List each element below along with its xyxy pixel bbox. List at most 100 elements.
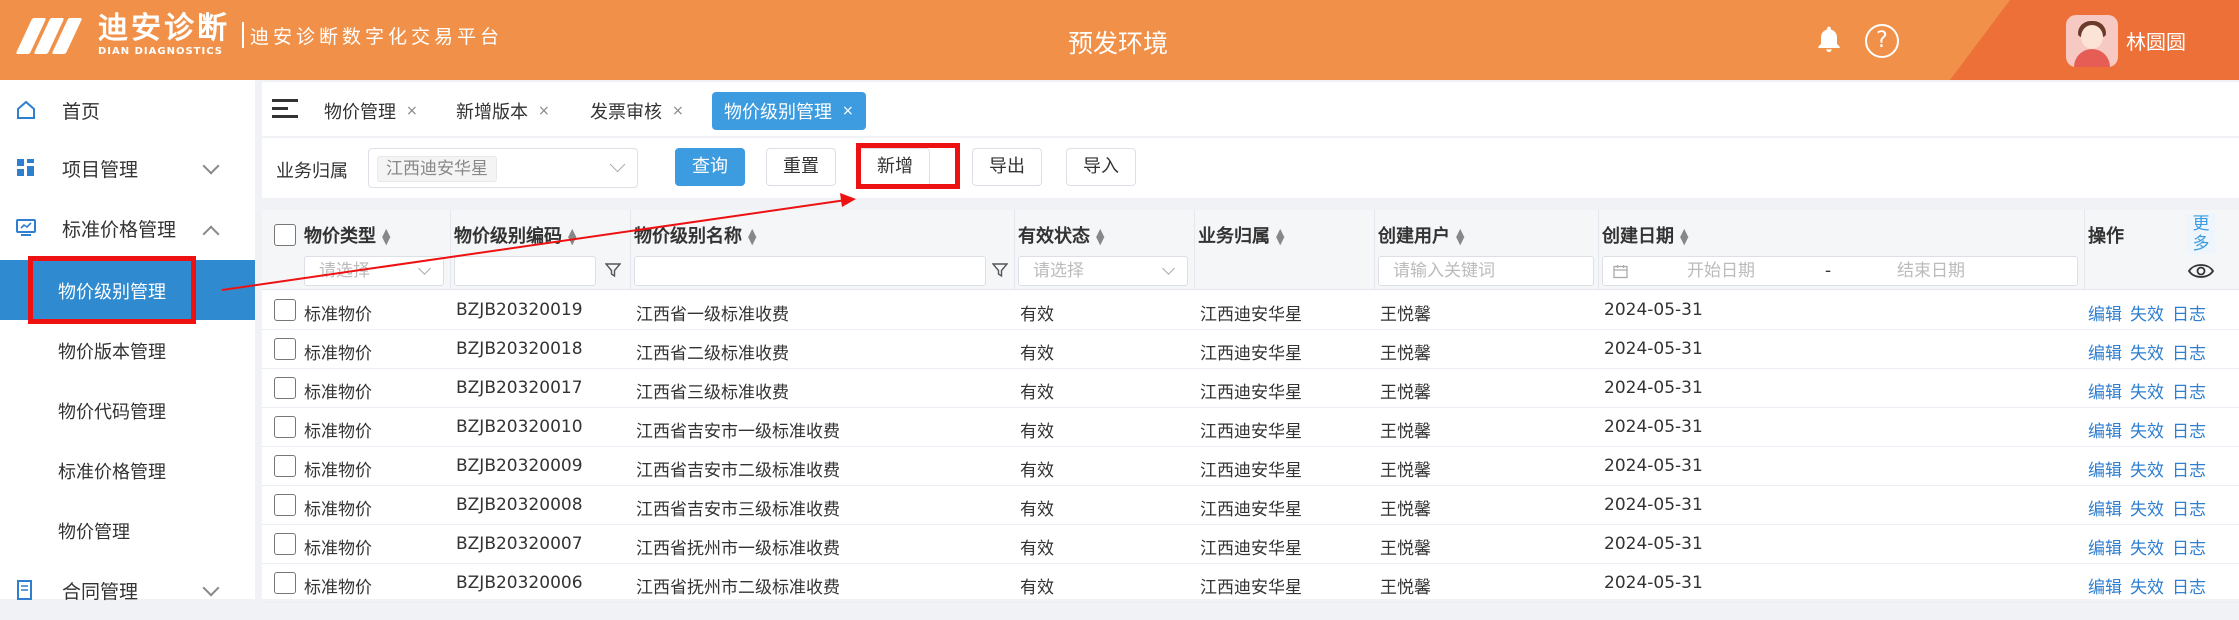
edit-link[interactable]: 编辑 <box>2088 339 2122 364</box>
sidebar-item-price-version[interactable]: 物价版本管理 <box>0 320 255 380</box>
table-row: 标准物价 BZJB20320010 江西省吉安市一级标准收费 有效 江西迪安华星 王悦馨 2… <box>262 408 2239 447</box>
row-checkbox[interactable] <box>274 533 296 555</box>
user-filter-input[interactable]: 请输入关键词 <box>1378 256 1594 286</box>
disable-link[interactable]: 失效 <box>2130 378 2164 403</box>
tab-label: 发票审核 <box>590 102 662 123</box>
sidebar-item-label: 物价代码管理 <box>58 402 166 423</box>
tab-invoice-review[interactable]: 发票审核 × <box>578 92 696 130</box>
sidebar-item-project-management[interactable]: 项目管理 <box>0 138 255 198</box>
home-icon <box>17 100 35 119</box>
table-header: 物价类型 ▲ ▼ 物价级别编码 ▲ ▼ 物价级别名称 ▲ ▼ 有效状态 ▲ ▼ 业务归属 ▲ ▼ 创… <box>262 210 2239 290</box>
column-header[interactable]: 有效状态 ▲ ▼ <box>1018 222 1104 248</box>
bell-icon[interactable] <box>1813 24 1845 56</box>
eye-icon[interactable] <box>2188 262 2214 280</box>
table-cell: 王悦馨 <box>1380 461 1431 481</box>
sidebar-item-contract[interactable]: 合同管理 <box>0 560 255 620</box>
disable-link[interactable]: 失效 <box>2130 534 2164 559</box>
import-button[interactable]: 导入 <box>1066 148 1136 186</box>
tab-price-management[interactable]: 物价管理 × <box>312 92 430 130</box>
export-button[interactable]: 导出 <box>972 148 1042 186</box>
disable-link[interactable]: 失效 <box>2130 339 2164 364</box>
tab-add-version[interactable]: 新增版本 × <box>444 92 562 130</box>
log-link[interactable]: 日志 <box>2172 339 2206 364</box>
filter-icon[interactable] <box>605 262 621 278</box>
menu-collapse-icon[interactable] <box>272 99 298 119</box>
tab-price-level[interactable]: 物价级别管理 × <box>712 92 866 130</box>
logo-en-text: DIAN DIAGNOSTICS <box>98 46 223 57</box>
disable-link[interactable]: 失效 <box>2130 573 2164 598</box>
edit-link[interactable]: 编辑 <box>2088 456 2122 481</box>
close-icon[interactable]: × <box>672 103 684 119</box>
type-filter-select[interactable]: 请选择 <box>304 256 444 286</box>
disable-link[interactable]: 失效 <box>2130 456 2164 481</box>
edit-link[interactable]: 编辑 <box>2088 300 2122 325</box>
username[interactable]: 林圆圆 <box>2126 26 2186 55</box>
column-header[interactable]: 创建日期 ▲ ▼ <box>1602 222 1688 248</box>
close-icon[interactable]: × <box>842 103 854 119</box>
edit-link[interactable]: 编辑 <box>2088 495 2122 520</box>
edit-link[interactable]: 编辑 <box>2088 534 2122 559</box>
table-cell: 江西省一级标准收费 <box>636 305 789 325</box>
select-all-checkbox[interactable] <box>274 224 296 246</box>
table-cell: 江西迪安华星 <box>1200 383 1302 403</box>
help-icon[interactable]: ? <box>1865 24 1899 58</box>
edit-link[interactable]: 编辑 <box>2088 573 2122 598</box>
close-icon[interactable]: × <box>538 103 550 119</box>
chevron-down-icon <box>202 157 220 175</box>
column-header[interactable]: 创建用户 ▲ ▼ <box>1378 222 1464 248</box>
brand-logo[interactable]: 迪安诊断 DIAN DIAGNOSTICS 迪安诊断数字化交易平台 <box>15 12 503 58</box>
sort-icon: ▲ ▼ <box>748 226 757 247</box>
date-range-picker[interactable]: 开始日期 - 结束日期 <box>1602 256 2078 286</box>
column-header[interactable]: 物价类型 ▲ ▼ <box>304 222 390 248</box>
table-cell: BZJB20320017 <box>456 378 583 398</box>
status-filter-select[interactable]: 请选择 <box>1018 256 1188 286</box>
sidebar-item-home[interactable]: 首页 <box>0 80 255 140</box>
log-link[interactable]: 日志 <box>2172 378 2206 403</box>
data-table: 物价类型 ▲ ▼ 物价级别编码 ▲ ▼ 物价级别名称 ▲ ▼ 有效状态 ▲ ▼ 业务归属 ▲ ▼ 创… <box>262 210 2239 603</box>
avatar[interactable] <box>2066 15 2118 67</box>
disable-link[interactable]: 失效 <box>2130 495 2164 520</box>
row-checkbox[interactable] <box>274 338 296 360</box>
column-header[interactable]: 物价级别编码 ▲ ▼ <box>454 222 576 248</box>
row-checkbox[interactable] <box>274 299 296 321</box>
log-link[interactable]: 日志 <box>2172 534 2206 559</box>
table-cell: BZJB20320010 <box>456 417 583 437</box>
reset-button[interactable]: 重置 <box>766 148 836 186</box>
sidebar-item-price-management[interactable]: 物价管理 <box>0 500 255 560</box>
code-filter-input[interactable] <box>454 256 596 286</box>
table-cell: 江西迪安华星 <box>1200 344 1302 364</box>
log-link[interactable]: 日志 <box>2172 417 2206 442</box>
log-link[interactable]: 日志 <box>2172 573 2206 598</box>
column-header[interactable]: 业务归属 ▲ ▼ <box>1198 222 1284 248</box>
filter-icon[interactable] <box>992 262 1008 278</box>
sidebar-item-label: 标准价格管理 <box>58 462 166 483</box>
log-link[interactable]: 日志 <box>2172 300 2206 325</box>
row-checkbox[interactable] <box>274 572 296 594</box>
query-button[interactable]: 查询 <box>675 148 745 186</box>
calendar-icon <box>1613 265 1628 279</box>
name-filter-input[interactable] <box>634 256 986 286</box>
row-checkbox[interactable] <box>274 494 296 516</box>
date-start-placeholder: 开始日期 <box>1687 261 1755 281</box>
table-cell: 江西迪安华星 <box>1200 461 1302 481</box>
sidebar-item-standard-price-sub[interactable]: 标准价格管理 <box>0 440 255 500</box>
disable-link[interactable]: 失效 <box>2130 300 2164 325</box>
table-cell: 王悦馨 <box>1380 539 1431 559</box>
row-checkbox[interactable] <box>274 416 296 438</box>
column-header[interactable]: 物价级别名称 ▲ ▼ <box>634 222 756 248</box>
business-owner-select[interactable]: 江西迪安华星 <box>368 148 638 188</box>
row-checkbox[interactable] <box>274 455 296 477</box>
close-icon[interactable]: × <box>406 103 418 119</box>
table-cell: 江西迪安华星 <box>1200 500 1302 520</box>
edit-link[interactable]: 编辑 <box>2088 378 2122 403</box>
log-link[interactable]: 日志 <box>2172 456 2206 481</box>
log-link[interactable]: 日志 <box>2172 495 2206 520</box>
selected-tag[interactable]: 江西迪安华星 <box>377 156 497 182</box>
sidebar-item-standard-price[interactable]: 标准价格管理 <box>0 198 255 258</box>
row-checkbox[interactable] <box>274 377 296 399</box>
edit-link[interactable]: 编辑 <box>2088 417 2122 442</box>
sidebar-item-price-code[interactable]: 物价代码管理 <box>0 380 255 440</box>
more-columns-button[interactable]: 更多 <box>2187 214 2215 254</box>
table-cell: BZJB20320018 <box>456 339 583 359</box>
disable-link[interactable]: 失效 <box>2130 417 2164 442</box>
